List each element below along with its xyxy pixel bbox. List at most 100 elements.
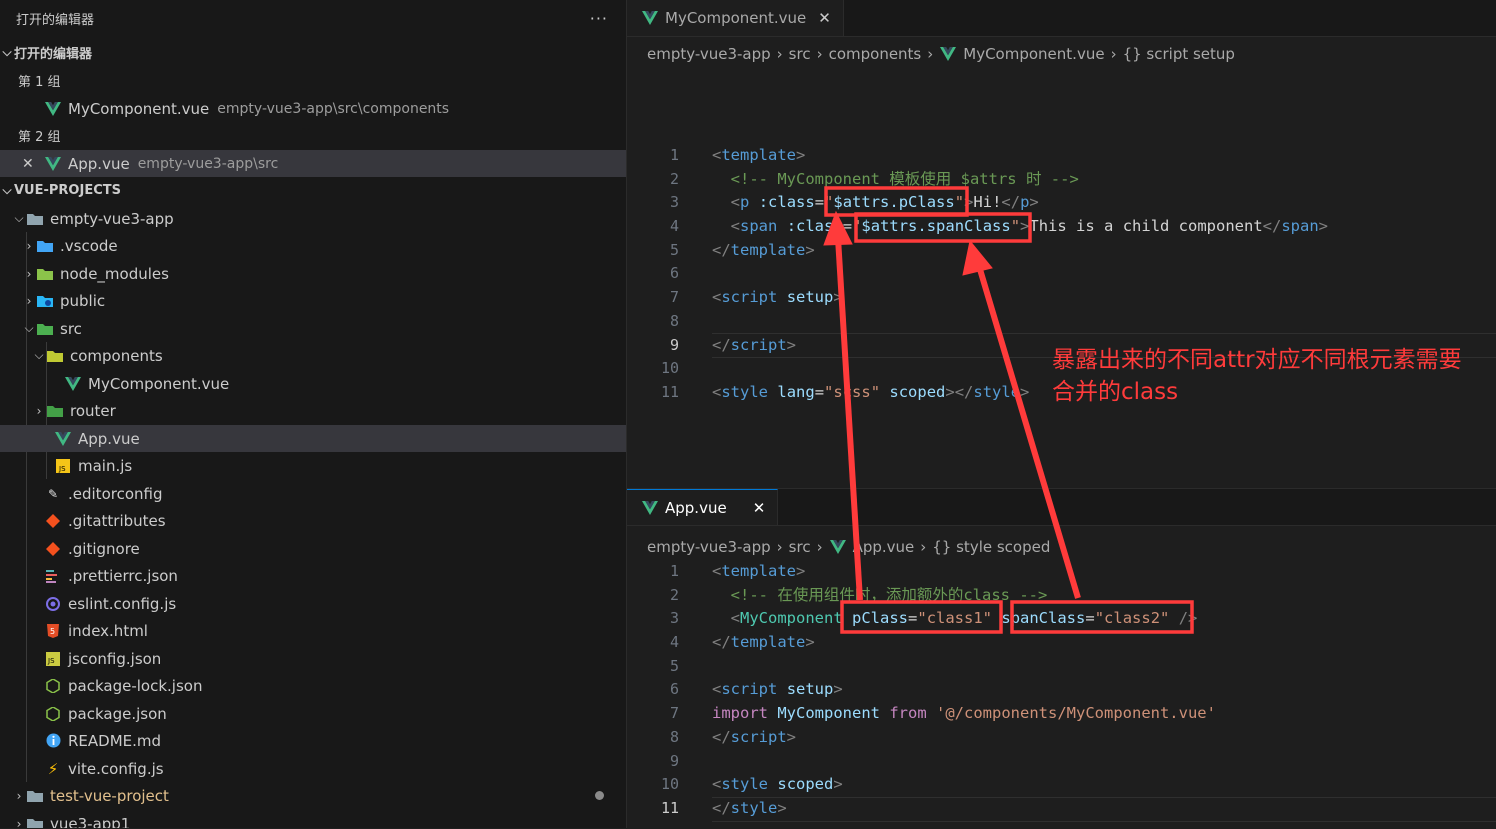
vue-icon	[939, 46, 957, 62]
line-number: 3	[669, 609, 679, 628]
line-number: 8	[669, 311, 679, 330]
chevron-down-icon: ⌵	[14, 211, 24, 225]
chevron-right-icon: ›	[1110, 45, 1117, 63]
code-line[interactable]: 11 </style>	[627, 797, 1496, 821]
code-line[interactable]: 6 <script setup>	[627, 678, 1496, 702]
editor-group-2[interactable]: 第 2 组	[0, 122, 626, 149]
tree-item-gitignore[interactable]: .gitignore	[0, 535, 626, 562]
npm-icon	[44, 678, 62, 694]
components-folder-icon	[46, 348, 64, 364]
tree-item-index-html[interactable]: 5 index.html	[0, 617, 626, 644]
code-line[interactable]: 9	[627, 750, 1496, 774]
html-icon: 5	[44, 623, 62, 639]
tree-item-vue3-app1[interactable]: › vue3-app1	[0, 810, 626, 828]
tree-item-test-vue-project[interactable]: › test-vue-project	[0, 782, 626, 809]
tab-app-vue[interactable]: App.vue ✕	[627, 489, 779, 525]
tree-item-gitattributes[interactable]: .gitattributes	[0, 507, 626, 534]
tree-item-package-lock[interactable]: package-lock.json	[0, 672, 626, 699]
tab-bar: MyComponent.vue ✕	[627, 0, 1496, 37]
tree-item-src[interactable]: ⌵ src	[0, 315, 626, 342]
line-number: 9	[669, 335, 679, 354]
modified-dot-icon	[595, 791, 604, 800]
vue-projects-section[interactable]: ⌵ VUE-PROJECTS	[0, 177, 626, 204]
code-line[interactable]: 4 <span :class="$attrs.spanClass">This i…	[627, 215, 1496, 239]
code-line[interactable]: 8 </script>	[627, 726, 1496, 750]
code-line[interactable]: 2 <!-- 在使用组件时，添加额外的class -->	[627, 584, 1496, 608]
code-line[interactable]: 10 <style scoped>	[627, 773, 1496, 797]
line-number: 1	[669, 146, 679, 164]
chevron-right-icon: ›	[26, 293, 32, 308]
vite-icon: ⚡	[47, 759, 59, 778]
tree-item-components[interactable]: ⌵ components	[0, 342, 626, 369]
line-number: 3	[669, 193, 679, 212]
code-line[interactable]: 1 <template>	[627, 144, 1496, 168]
open-editor-app[interactable]: ✕ App.vue empty-vue3-app\src	[0, 150, 626, 177]
tree-item-mycomponent[interactable]: MyComponent.vue	[0, 370, 626, 397]
chevron-right-icon: ›	[26, 238, 32, 253]
vue-icon	[44, 156, 62, 172]
tree-item-main-js[interactable]: JS main.js	[0, 452, 626, 479]
chevron-right-icon: ›	[816, 45, 823, 63]
info-icon	[44, 733, 62, 749]
more-actions-icon[interactable]: ···	[590, 9, 608, 28]
line-number: 5	[669, 240, 679, 259]
editor-group-1[interactable]: 第 1 组	[0, 67, 626, 94]
git-icon	[44, 513, 62, 529]
chevron-down-icon: ⌵	[2, 183, 12, 197]
explorer-title: 打开的编辑器	[16, 12, 95, 28]
vue-icon	[641, 500, 659, 516]
editorconfig-icon: ✎	[47, 486, 59, 501]
code-line[interactable]: 6	[627, 262, 1496, 286]
code-line[interactable]: 8	[627, 310, 1496, 334]
vue-icon	[64, 376, 82, 392]
tab-mycomponent[interactable]: MyComponent.vue ✕	[627, 0, 844, 36]
tree-item-jsconfig[interactable]: JS jsconfig.json	[0, 645, 626, 672]
public-folder-icon	[36, 293, 54, 309]
tree-item-prettierrc[interactable]: .prettierrc.json	[0, 562, 626, 589]
code-area[interactable]: 1 <template> 2 <!-- 在使用组件时，添加额外的class -->…	[627, 560, 1496, 821]
folder-icon	[26, 788, 44, 804]
code-line[interactable]: 3 <MyComponent pClass="class1" spanClass…	[627, 607, 1496, 631]
close-icon[interactable]: ✕	[818, 9, 831, 27]
tree-item-router[interactable]: › router	[0, 397, 626, 424]
breadcrumb: empty-vue3-app › src › components › MyCompo…	[647, 45, 1235, 63]
open-editor-mycomponent[interactable]: MyComponent.vue empty-vue3-app\src\compo…	[0, 95, 626, 122]
line-number: 11	[660, 382, 679, 401]
tree-item-public[interactable]: › public	[0, 287, 626, 314]
line-number: 4	[669, 217, 679, 236]
tree-item-readme[interactable]: README.md	[0, 727, 626, 754]
explorer-sidebar: 打开的编辑器 ··· ⌵ 打开的编辑器 第 1 组 MyComponent.vu…	[0, 0, 627, 828]
code-line[interactable]: 4 </template>	[627, 631, 1496, 655]
code-line[interactable]: 3 <p :class="$attrs.pClass">Hi!</p>	[627, 191, 1496, 215]
editor-group-bottom: App.vue ✕ empty-vue3-app › src › App.vue › …	[627, 488, 1496, 829]
chevron-right-icon: ›	[776, 45, 783, 63]
line-number: 7	[669, 288, 679, 307]
js-icon: JS	[54, 458, 72, 474]
tree-item-vscode[interactable]: › .vscode	[0, 232, 626, 259]
json-icon: JS	[44, 651, 62, 667]
tree-item-node-modules[interactable]: › node_modules	[0, 260, 626, 287]
tree-item-editorconfig[interactable]: ✎ .editorconfig	[0, 480, 626, 507]
tree-item-vite-config[interactable]: ⚡ vite.config.js	[0, 755, 626, 782]
code-line[interactable]: 5	[627, 655, 1496, 679]
tree-item-empty-vue3-app[interactable]: ⌵ empty-vue3-app	[0, 205, 626, 232]
open-editors-section[interactable]: ⌵ 打开的编辑器	[0, 39, 626, 66]
router-folder-icon	[46, 403, 64, 419]
close-icon[interactable]: ✕	[753, 499, 766, 517]
code-line[interactable]: 7 <script setup>	[627, 286, 1496, 310]
prettier-icon	[44, 568, 62, 584]
close-icon[interactable]: ✕	[22, 156, 44, 172]
tree-item-eslint[interactable]: eslint.config.js	[0, 590, 626, 617]
code-line[interactable]: 2 <!-- MyComponent 模板使用 $attrs 时 -->	[627, 168, 1496, 192]
npm-icon	[44, 706, 62, 722]
code-line[interactable]: 1 <template>	[627, 560, 1496, 584]
line-number: 9	[669, 751, 679, 770]
chevron-down-icon: ⌵	[2, 45, 12, 59]
chevron-right-icon: ›	[927, 45, 934, 63]
code-line[interactable]: 7 import MyComponent from '@/components/M…	[627, 702, 1496, 726]
line-number: 10	[660, 775, 679, 794]
code-line[interactable]: 5 </template>	[627, 239, 1496, 263]
chevron-right-icon: ›	[36, 403, 42, 418]
tree-item-app-vue[interactable]: App.vue	[0, 425, 626, 452]
tree-item-package-json[interactable]: package.json	[0, 700, 626, 727]
